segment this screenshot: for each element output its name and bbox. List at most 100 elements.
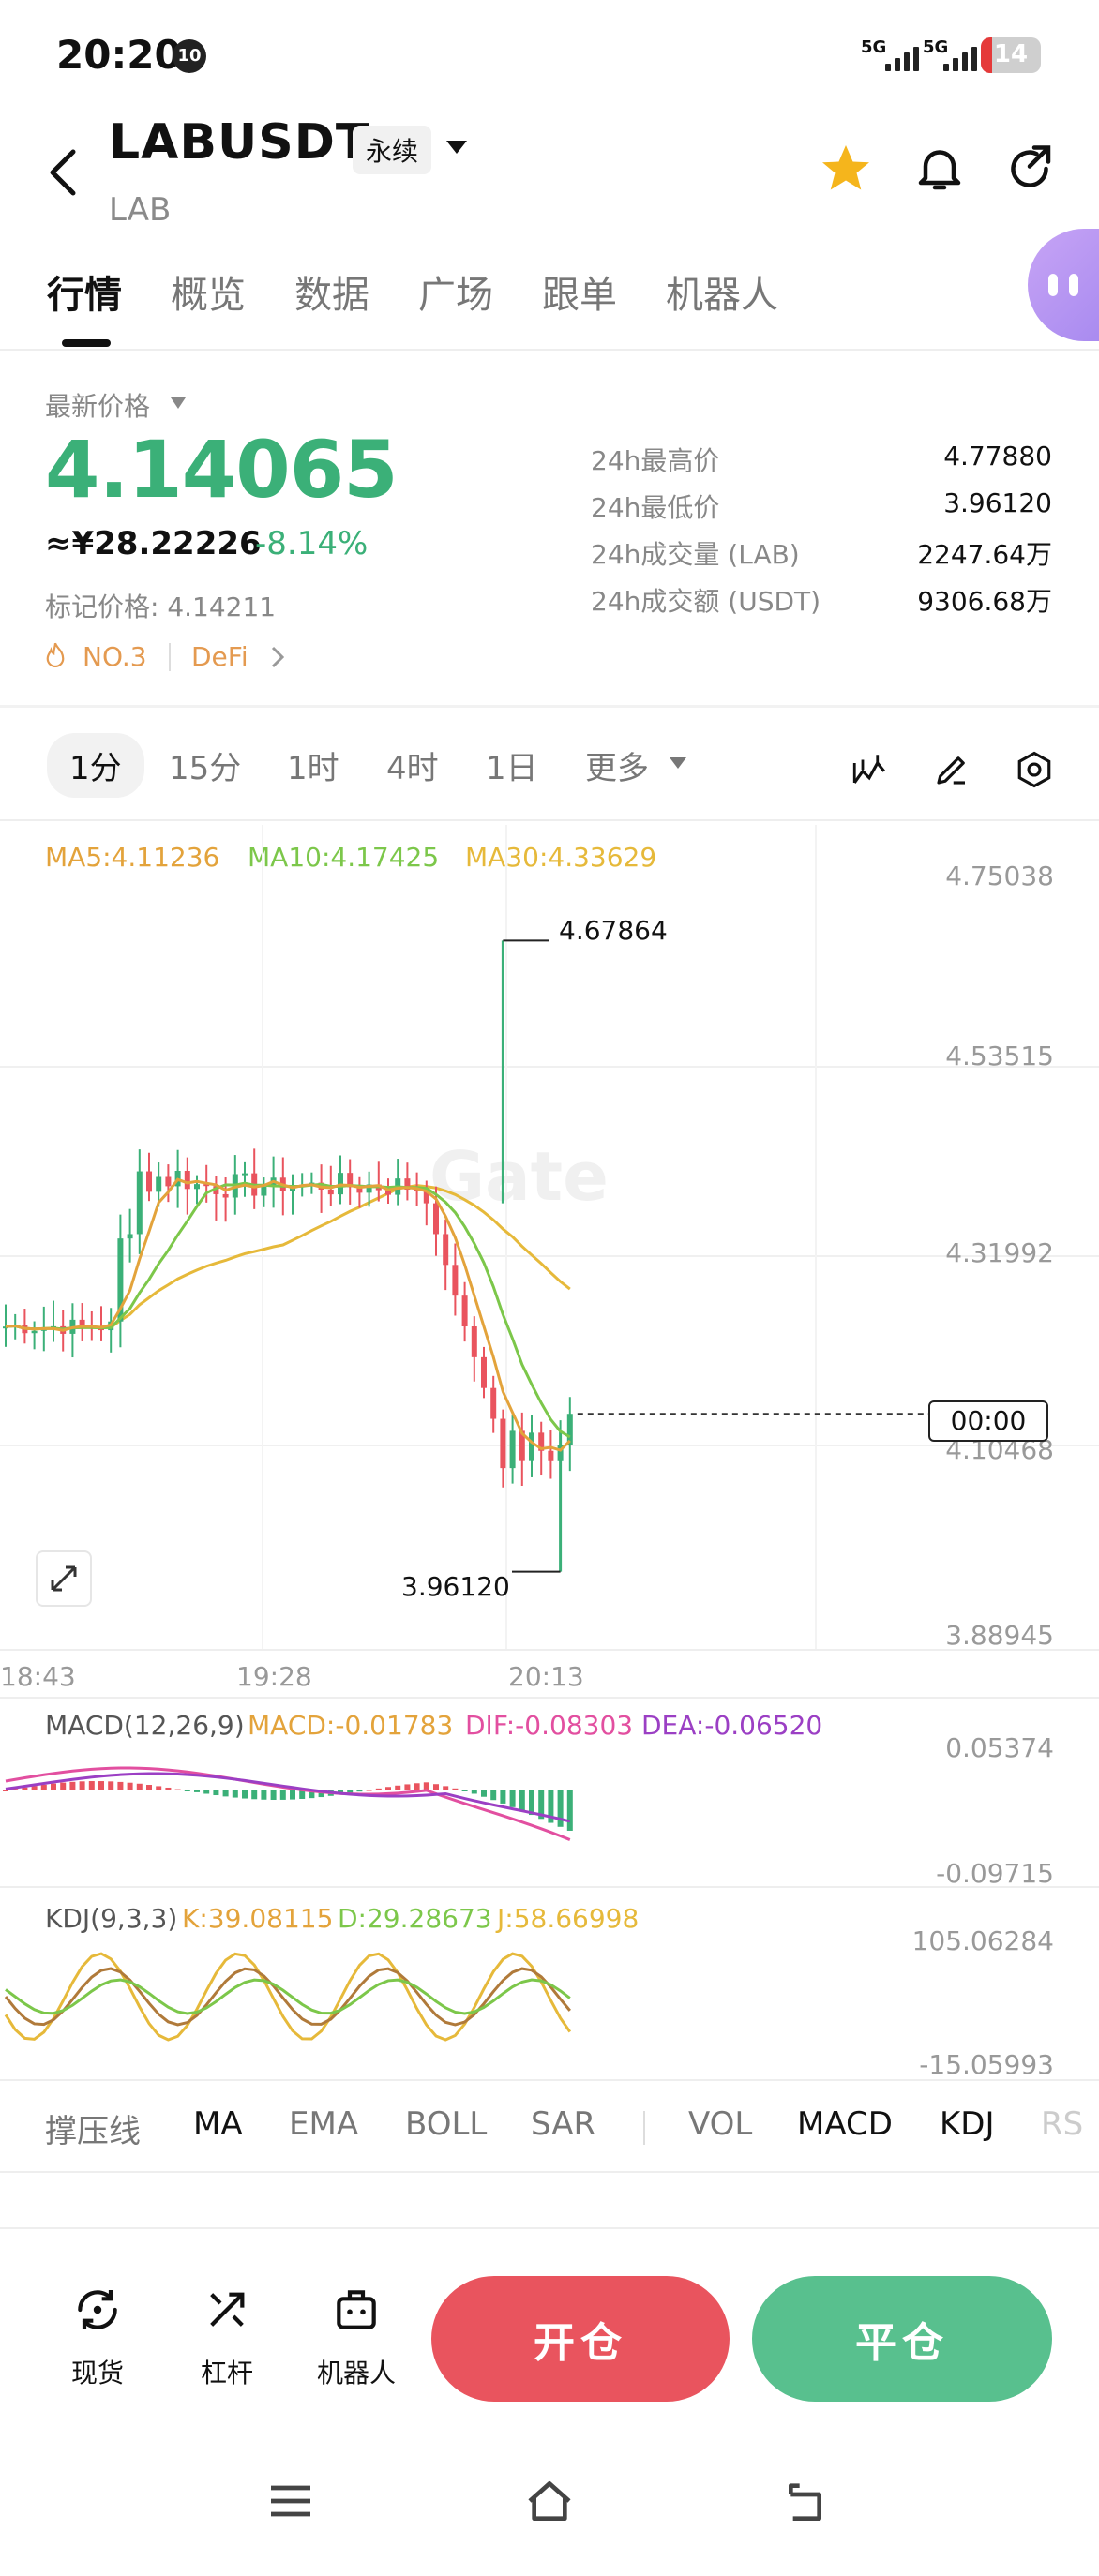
interval-4h[interactable]: 4时 (386, 742, 439, 788)
high-price-label: 4.67864 (559, 915, 668, 946)
macd-bar (79, 1781, 85, 1790)
macd-bar (279, 1790, 286, 1800)
macd-bar (443, 1786, 449, 1790)
time-axis-tick: 18:43 (0, 1661, 76, 1692)
divider (0, 819, 1099, 821)
candle-body (156, 1176, 162, 1192)
caret-down-icon[interactable] (668, 756, 688, 771)
price-change: -8.14% (255, 525, 369, 562)
d-value: D:29.28673 (338, 1903, 492, 1934)
close-position-button[interactable]: 平仓 (752, 2276, 1052, 2402)
indicator-icon[interactable] (850, 750, 889, 789)
chevron-right-icon[interactable] (270, 645, 285, 669)
leverage-label[interactable]: 杠杆 (171, 2353, 283, 2390)
contract-type-badge[interactable]: 永续 (353, 126, 432, 174)
ind-boll[interactable]: BOLL (405, 2105, 487, 2143)
tab-bot[interactable]: 机器人 (666, 264, 778, 319)
ind-macd[interactable]: MACD (797, 2105, 893, 2143)
caret-down-icon[interactable] (444, 139, 469, 157)
back-nav-icon[interactable] (782, 2475, 835, 2527)
mark-price: 标记价格: 4.14211 (45, 592, 277, 622)
macd-bar (519, 1790, 525, 1811)
leverage-icon[interactable] (201, 2284, 253, 2336)
macd-bar (3, 1790, 8, 1791)
menu-icon[interactable] (264, 2475, 317, 2527)
last-price: 4.14065 (45, 424, 399, 516)
pair-title[interactable]: LABUSDT (109, 114, 369, 171)
draw-pen-icon[interactable] (932, 750, 971, 789)
home-icon[interactable] (521, 2475, 578, 2527)
divider (0, 705, 1099, 708)
latest-price-label[interactable]: 最新价格 (45, 386, 150, 424)
status-bar: 20:20 10 5G 5G 14 (0, 0, 1099, 103)
open-position-button[interactable]: 开仓 (431, 2276, 730, 2402)
ind-rsi[interactable]: RS (1041, 2105, 1083, 2143)
tab-bar: 行情 概览 数据 广场 跟单 机器人 (0, 264, 1099, 354)
tab-data[interactable]: 数据 (294, 264, 369, 319)
ind-ema[interactable]: EMA (289, 2105, 358, 2143)
macd-bar (203, 1790, 210, 1794)
ind-sar[interactable]: SAR (531, 2105, 595, 2143)
tab-overview[interactable]: 概览 (171, 264, 246, 319)
macd-bar (69, 1781, 76, 1790)
bot-label[interactable]: 机器人 (300, 2353, 413, 2390)
interval-1h[interactable]: 1时 (287, 742, 339, 788)
tab-copy-trade[interactable]: 跟单 (542, 264, 617, 319)
dea-line (5, 1772, 571, 1823)
interval-15m[interactable]: 15分 (169, 742, 241, 788)
spot-icon[interactable] (71, 2284, 124, 2336)
macd-bar (222, 1790, 229, 1797)
candle-body (222, 1193, 229, 1198)
ind-ma[interactable]: MA (193, 2105, 243, 2143)
candle-body (566, 1414, 573, 1445)
tab-market[interactable]: 行情 (47, 264, 122, 319)
indicator-bar: 撑压线 MA EMA BOLL SAR VOL MACD KDJ RS (0, 2077, 1099, 2171)
interval-1d[interactable]: 1日 (486, 742, 538, 788)
divider (169, 643, 171, 671)
candle-body (184, 1170, 190, 1190)
spot-label[interactable]: 现货 (41, 2353, 154, 2390)
macd-bar (375, 1788, 382, 1790)
macd-bar (356, 1790, 363, 1792)
macd-bar (509, 1790, 516, 1807)
candle-body (136, 1171, 143, 1235)
fullscreen-button[interactable] (36, 1550, 92, 1607)
rank-badge[interactable]: NO.3 (83, 641, 147, 672)
tab-square[interactable]: 广场 (418, 264, 493, 319)
settings-icon[interactable] (1015, 750, 1054, 789)
price-axis-tick: 4.31992 (945, 1237, 1054, 1268)
interval-more[interactable]: 更多 (585, 742, 649, 788)
macd-bar (404, 1784, 411, 1790)
star-icon[interactable] (818, 141, 874, 197)
kdj-axis-bottom: -15.05993 (919, 2049, 1054, 2080)
macd-bar (117, 1781, 124, 1790)
dif-value: DIF:-0.08303 (465, 1710, 634, 1741)
price-axis-tick: 4.75038 (945, 861, 1054, 891)
sector-tag[interactable]: DeFi (191, 641, 248, 672)
share-icon[interactable] (1001, 141, 1058, 197)
dea-value: DEA:-0.06520 (641, 1710, 823, 1741)
expand-icon (51, 1565, 77, 1592)
low-price-label: 3.96120 (401, 1571, 510, 1602)
bot-icon[interactable] (330, 2284, 383, 2336)
candle-body (548, 1450, 554, 1461)
macd-bar (452, 1788, 459, 1790)
macd-bar (270, 1790, 277, 1800)
k-line (4, 1967, 571, 2027)
cny-price: ≈¥28.22226 (45, 525, 262, 562)
stat-volume-label: 24h成交量 (LAB) (591, 539, 800, 570)
bell-icon[interactable] (911, 141, 968, 197)
macd-bar (51, 1783, 56, 1790)
caret-down-icon[interactable] (169, 396, 188, 411)
interval-1m[interactable]: 1分 (47, 733, 144, 798)
back-icon[interactable] (45, 146, 83, 199)
battery-icon: 14 (981, 37, 1041, 73)
notification-badge: 10 (173, 39, 206, 73)
ind-kdj[interactable]: KDJ (940, 2105, 995, 2143)
ind-support-resistance[interactable]: 撑压线 (45, 2105, 141, 2151)
macd-bar (414, 1783, 420, 1790)
countdown-label: 00:00 (928, 1400, 1048, 1442)
base-asset: LAB (109, 191, 172, 229)
ind-vol[interactable]: VOL (688, 2105, 752, 2143)
macd-bar (194, 1790, 200, 1792)
